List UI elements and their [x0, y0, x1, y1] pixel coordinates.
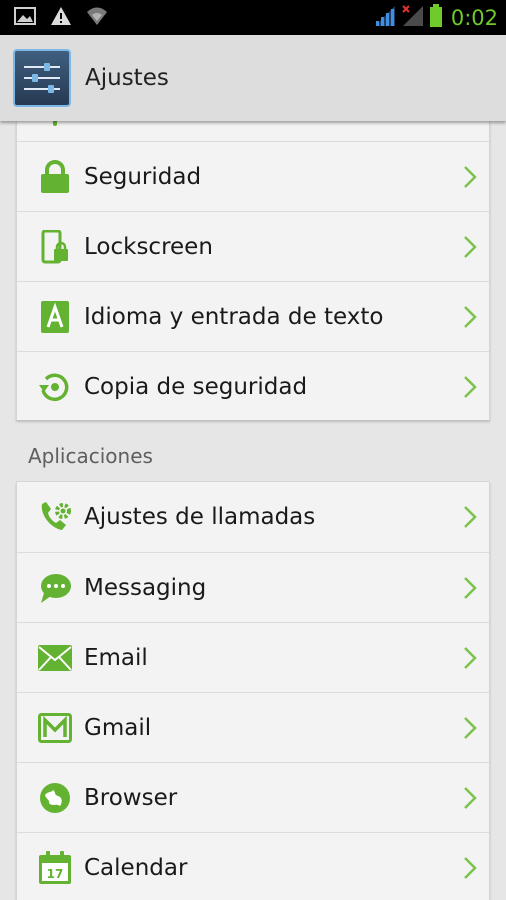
settings-list[interactable]: Seguridad Lockscreen Idioma y entrada de… [0, 121, 506, 900]
settings-item-email[interactable]: Email [17, 622, 489, 692]
gallery-notification-icon [14, 6, 36, 29]
calendar-icon: 17 [37, 850, 73, 886]
settings-item-label: Idioma y entrada de texto [84, 303, 384, 330]
lock-icon [37, 159, 73, 195]
call-settings-icon [37, 499, 73, 535]
settings-item-calendar[interactable]: 17 Calendar [17, 832, 489, 900]
backup-icon [37, 369, 73, 405]
signal-strength-icon [373, 5, 397, 31]
clock: 0:02 [450, 5, 498, 30]
settings-item-gmail[interactable]: Gmail [17, 692, 489, 762]
section-header-apps: Aplicaciones [28, 444, 153, 468]
chevron-right-icon [463, 375, 477, 399]
messaging-icon [37, 570, 73, 606]
settings-item-label: Seguridad [84, 163, 202, 190]
settings-sliders-icon[interactable] [13, 49, 71, 107]
email-icon [37, 640, 73, 676]
browser-icon [37, 780, 73, 816]
wifi-hotspot-icon [86, 6, 108, 30]
settings-item-label: Ajustes de llamadas [84, 504, 316, 530]
page-title: Ajustes [85, 65, 169, 91]
chevron-right-icon [463, 646, 477, 670]
settings-item-label: Email [84, 644, 148, 671]
apps-settings-card: Ajustes de llamadas Messaging Email Gmai… [16, 481, 490, 900]
settings-item-browser[interactable]: Browser [17, 762, 489, 832]
settings-item-label: Calendar [84, 854, 188, 881]
settings-item-lockscreen[interactable]: Lockscreen [17, 211, 489, 281]
chevron-right-icon [463, 716, 477, 740]
chevron-right-icon [463, 856, 477, 880]
gmail-icon [37, 710, 73, 746]
language-a-icon [37, 299, 73, 335]
settings-item-security[interactable]: Seguridad [17, 141, 489, 211]
calendar-day-badge: 17 [47, 867, 64, 881]
settings-item-messaging[interactable]: Messaging [17, 552, 489, 622]
settings-item-label: Browser [84, 784, 178, 811]
battery-icon [429, 3, 443, 32]
scrolled-icon-fragment [53, 121, 57, 126]
chevron-right-icon [463, 786, 477, 810]
chevron-right-icon [463, 235, 477, 259]
settings-item-backup[interactable]: Copia de seguridad [17, 351, 489, 421]
chevron-right-icon [463, 305, 477, 329]
status-bar: 0:02 [0, 0, 506, 35]
chevron-right-icon [463, 576, 477, 600]
settings-item-language[interactable]: Idioma y entrada de texto [17, 281, 489, 351]
phone-lock-icon [37, 229, 73, 265]
settings-item-label: Copia de seguridad [84, 373, 308, 400]
warning-icon [50, 6, 72, 30]
action-bar: Ajustes [0, 35, 506, 121]
settings-item-call-settings[interactable]: Ajustes de llamadas [17, 482, 489, 552]
settings-item-label: Messaging [84, 574, 207, 601]
chevron-right-icon [463, 165, 477, 189]
chevron-right-icon [463, 505, 477, 529]
settings-item-label: Lockscreen [84, 233, 213, 260]
settings-item-label: Gmail [84, 714, 152, 741]
no-signal-icon [401, 4, 425, 31]
scrolled-row-stub [17, 121, 489, 141]
personal-settings-card: Seguridad Lockscreen Idioma y entrada de… [16, 121, 490, 420]
